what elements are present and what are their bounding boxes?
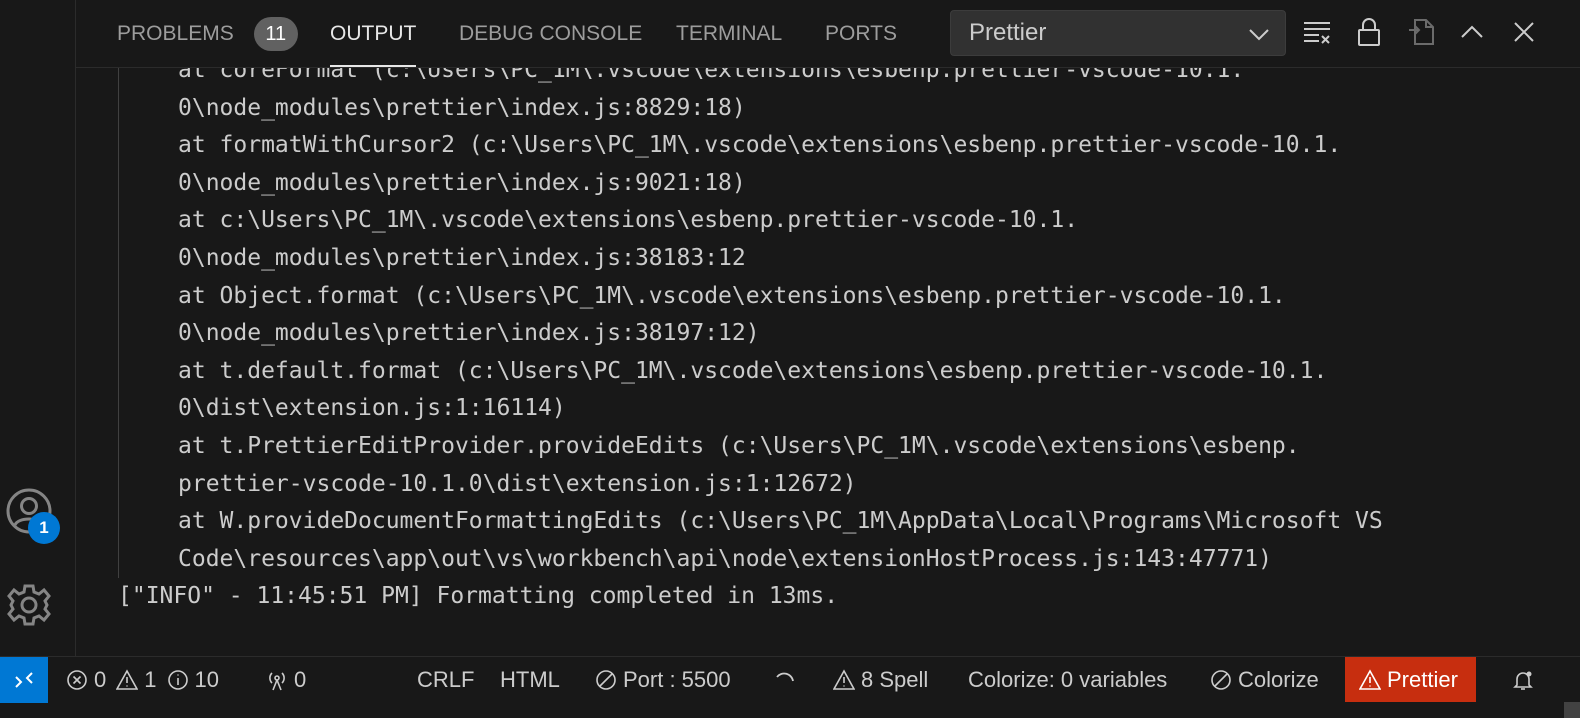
output-line: at t.default.format (c:\Users\PC_1M\.vsc…: [178, 357, 1328, 384]
output-line: 0\node_modules\prettier\index.js:38197:1…: [178, 320, 760, 347]
problems-count-badge: 11: [253, 17, 298, 51]
error-icon: [67, 669, 87, 690]
warning-icon: [1359, 668, 1381, 690]
remote-icon: [15, 672, 33, 688]
warning-icon: [116, 668, 139, 690]
output-line: at c:\Users\PC_1M\.vscode\extensions\esb…: [178, 207, 1079, 234]
language-label: HTML: [500, 666, 560, 692]
colorize-label: Colorize: [1238, 666, 1319, 692]
notifications-status[interactable]: [1512, 657, 1540, 702]
eol-label: CRLF: [417, 666, 475, 692]
output-info-line: ["INFO" - 11:45:51 PM] Formatting comple…: [118, 583, 839, 610]
output-line: at t.PrettierEditProvider.provideEdits (…: [178, 432, 1300, 459]
ports-count: 0: [294, 666, 307, 692]
tab-debug-console[interactable]: DEBUG CONSOLE: [459, 0, 642, 68]
output-line: at W.provideDocumentFormattingEdits (c:\…: [178, 508, 1383, 535]
tab-label: OUTPUT: [330, 22, 417, 45]
colorize-variables-label: Colorize: 0 variables: [968, 666, 1168, 692]
spell-status[interactable]: 8 Spell: [833, 657, 928, 702]
lock-icon[interactable]: [1353, 16, 1385, 48]
tab-label: PROBLEMS: [117, 22, 234, 45]
bell-icon: [1513, 671, 1533, 690]
output-line: 0\dist\extension.js:1:16114): [178, 395, 566, 422]
error-count: 0: [94, 666, 107, 692]
live-server-label: Port : 5500: [623, 666, 731, 692]
colorize-status[interactable]: Colorize: [1210, 657, 1319, 702]
output-line: 0\node_modules\prettier\index.js:8829:18…: [178, 94, 746, 121]
chevron-down-icon: [1249, 29, 1269, 41]
panel: PROBLEMS 11 OUTPUT DEBUG CONSOLE TERMINA…: [76, 0, 1580, 718]
tab-output[interactable]: OUTPUT: [330, 0, 417, 68]
output-line: at formatWithCursor2 (c:\Users\PC_1M\.vs…: [178, 132, 1342, 159]
output-line: prettier-vscode-10.1.0\dist\extension.js…: [178, 470, 857, 497]
tab-ports[interactable]: PORTS: [825, 0, 897, 68]
prettier-label: Prettier: [1387, 666, 1458, 692]
info-count: 10: [194, 666, 219, 692]
status-bar: 0 1 10 0 CRLF HTML Port : 5500 8 Spell C…: [0, 656, 1580, 703]
clear-all-icon[interactable]: [1301, 16, 1333, 48]
output-line: 0\node_modules\prettier\index.js:9021:18…: [178, 169, 746, 196]
panel-tab-bar: PROBLEMS 11 OUTPUT DEBUG CONSOLE TERMINA…: [76, 0, 1580, 68]
loading-spinner-icon: [776, 672, 794, 681]
output-content[interactable]: at coreFormat (c:\Users\PC_1M\.vscode\ex…: [118, 52, 1538, 656]
live-server-status[interactable]: Port : 5500: [595, 657, 731, 702]
go-to-file-icon[interactable]: [1406, 16, 1438, 48]
info-icon: [167, 669, 188, 690]
output-line: Code\resources\app\out\vs\workbench\api\…: [178, 545, 1272, 572]
spell-label: 8 Spell: [861, 666, 929, 692]
warning-icon: [833, 668, 855, 690]
activity-bar: 1: [0, 0, 76, 656]
colorize-variables-status[interactable]: Colorize: 0 variables: [968, 657, 1167, 702]
tab-terminal[interactable]: TERMINAL: [676, 0, 782, 68]
circle-slash-icon: [1211, 669, 1231, 690]
broadcast-icon: [269, 671, 285, 690]
gear-icon[interactable]: [4, 580, 54, 630]
warning-count: 1: [144, 666, 157, 692]
output-line: 0\node_modules\prettier\index.js:38183:1…: [178, 244, 746, 271]
chevron-up-icon[interactable]: [1456, 16, 1488, 48]
tab-problems[interactable]: PROBLEMS 11: [117, 0, 298, 68]
output-channel-value: Prettier: [969, 19, 1047, 46]
language-mode-status[interactable]: HTML: [500, 657, 560, 702]
circle-slash-icon: [596, 669, 616, 690]
eol-status[interactable]: CRLF: [417, 657, 474, 702]
remote-indicator[interactable]: [0, 657, 48, 703]
tab-label: TERMINAL: [676, 22, 783, 45]
tab-label: PORTS: [825, 22, 897, 45]
problems-status[interactable]: 0 1 10: [66, 657, 219, 702]
ports-forwarded-status[interactable]: 0: [266, 657, 306, 702]
output-channel-select[interactable]: Prettier: [950, 10, 1286, 56]
output-line: at Object.format (c:\Users\PC_1M\.vscode…: [178, 282, 1286, 309]
close-icon[interactable]: [1508, 16, 1540, 48]
sync-status: [774, 657, 802, 702]
output-scrollbar[interactable]: [1564, 68, 1580, 718]
accounts-badge: 1: [28, 512, 60, 544]
tab-label: DEBUG CONSOLE: [459, 22, 643, 45]
prettier-status[interactable]: Prettier: [1345, 657, 1476, 702]
